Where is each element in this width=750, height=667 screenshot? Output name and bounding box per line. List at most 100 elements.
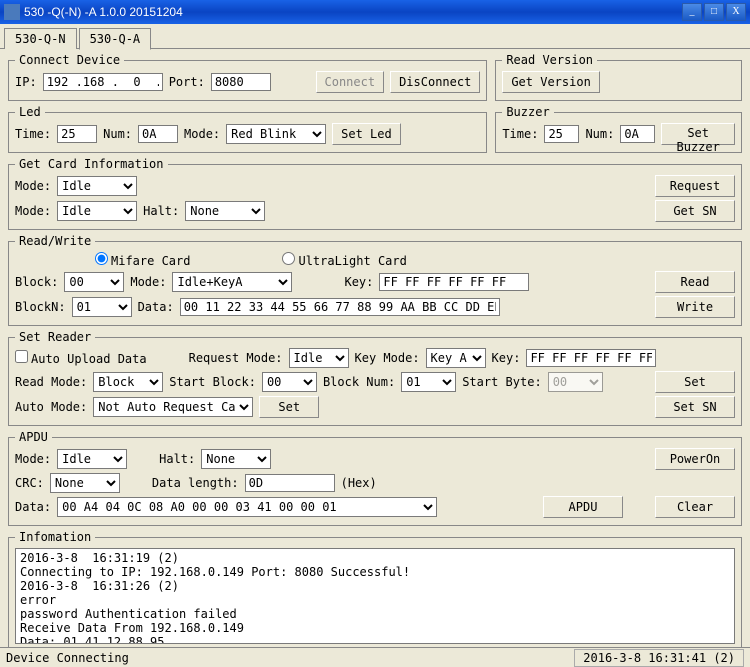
- automode-set-button[interactable]: Set: [259, 396, 319, 418]
- crc-select[interactable]: None: [50, 473, 120, 493]
- hex-label: (Hex): [341, 476, 377, 490]
- auto-upload-checkbox[interactable]: [15, 350, 28, 363]
- led-time-input[interactable]: [57, 125, 97, 143]
- minimize-button[interactable]: _: [682, 3, 702, 21]
- apdu-halt-select[interactable]: None: [201, 449, 271, 469]
- clear-button[interactable]: Clear: [655, 496, 735, 518]
- led-mode-label: Mode:: [184, 127, 220, 141]
- info-legend: Infomation: [15, 530, 95, 544]
- reader-set-button[interactable]: Set: [655, 371, 735, 393]
- card-halt-select[interactable]: None: [185, 201, 265, 221]
- apdu-button[interactable]: APDU: [543, 496, 623, 518]
- ip-label: IP:: [15, 75, 37, 89]
- crc-label: CRC:: [15, 476, 44, 490]
- rw-mode-select[interactable]: Idle+KeyA: [172, 272, 292, 292]
- startbyte-select: 00: [548, 372, 603, 392]
- apdu-group: APDU Mode: Idle Halt: None PowerOn CRC: …: [8, 430, 742, 526]
- card-halt-label: Halt:: [143, 204, 179, 218]
- reqmode-label: Request Mode:: [189, 351, 283, 365]
- readver-legend: Read Version: [502, 53, 597, 67]
- mifare-radio[interactable]: [95, 252, 108, 265]
- tab-content: Connect Device IP: Port: Connect DisConn…: [0, 48, 750, 657]
- ultralight-radio[interactable]: [282, 252, 295, 265]
- automode-select[interactable]: Not Auto Request Card: [93, 397, 253, 417]
- request-button[interactable]: Request: [655, 175, 735, 197]
- tab-530qa[interactable]: 530-Q-A: [79, 28, 152, 50]
- blockn-select[interactable]: 01: [72, 297, 132, 317]
- readmode-label: Read Mode:: [15, 375, 87, 389]
- poweron-button[interactable]: PowerOn: [655, 448, 735, 470]
- apdu-data-label: Data:: [15, 500, 51, 514]
- get-sn-button[interactable]: Get SN: [655, 200, 735, 222]
- auto-upload-label[interactable]: Auto Upload Data: [15, 350, 147, 366]
- led-num-input[interactable]: [138, 125, 178, 143]
- set-sn-button[interactable]: Set SN: [655, 396, 735, 418]
- status-right: 2016-3-8 16:31:41 (2): [574, 649, 744, 667]
- tab-530qn[interactable]: 530-Q-N: [4, 28, 77, 49]
- apdu-halt-label: Halt:: [159, 452, 195, 466]
- buzzer-time-input[interactable]: [544, 125, 579, 143]
- close-button[interactable]: X: [726, 3, 746, 21]
- rw-data-input[interactable]: [180, 298, 500, 316]
- buzzer-num-label: Num:: [585, 127, 614, 141]
- keymode-label: Key Mode:: [355, 351, 420, 365]
- keymode-select[interactable]: Key A: [426, 348, 486, 368]
- set-led-button[interactable]: Set Led: [332, 123, 401, 145]
- led-mode-select[interactable]: Red Blink: [226, 124, 326, 144]
- card-info-group: Get Card Information Mode: Idle Request …: [8, 157, 742, 230]
- reqmode-select[interactable]: Idle: [289, 348, 349, 368]
- rw-key-input[interactable]: [379, 273, 529, 291]
- window-titlebar: 530 -Q(-N) -A 1.0.0 20151204 _ □ X: [0, 0, 750, 24]
- apdu-mode-label: Mode:: [15, 452, 51, 466]
- startblock-label: Start Block:: [169, 375, 256, 389]
- card-legend: Get Card Information: [15, 157, 168, 171]
- apdu-data-select[interactable]: 00 A4 04 0C 08 A0 00 00 03 41 00 00 01: [57, 497, 437, 517]
- buzzer-legend: Buzzer: [502, 105, 553, 119]
- maximize-button[interactable]: □: [704, 3, 724, 21]
- buzzer-group: Buzzer Time: Num: Set Buzzer: [495, 105, 742, 153]
- write-button[interactable]: Write: [655, 296, 735, 318]
- reader-key-input[interactable]: [526, 349, 656, 367]
- buzzer-time-label: Time:: [502, 127, 538, 141]
- read-button[interactable]: Read: [655, 271, 735, 293]
- tab-strip: 530-Q-N 530-Q-A: [0, 24, 750, 49]
- status-bar: Device Connecting 2016-3-8 16:31:41 (2): [0, 647, 750, 667]
- block-label: Block:: [15, 275, 58, 289]
- card-mode2-select[interactable]: Idle: [57, 201, 137, 221]
- card-mode1-select[interactable]: Idle: [57, 176, 137, 196]
- startblock-select[interactable]: 00: [262, 372, 317, 392]
- set-reader-group: Set Reader Auto Upload Data Request Mode…: [8, 330, 742, 426]
- block-select[interactable]: 00: [64, 272, 124, 292]
- disconnect-button[interactable]: DisConnect: [390, 71, 480, 93]
- ultralight-radio-label[interactable]: UltraLight Card: [282, 252, 406, 268]
- blocknum-label: Block Num:: [323, 375, 395, 389]
- window-title: 530 -Q(-N) -A 1.0.0 20151204: [24, 5, 680, 19]
- led-time-label: Time:: [15, 127, 51, 141]
- rw-data-label: Data:: [138, 300, 174, 314]
- connect-legend: Connect Device: [15, 53, 124, 67]
- set-buzzer-button[interactable]: Set Buzzer: [661, 123, 735, 145]
- port-input[interactable]: [211, 73, 271, 91]
- apdu-legend: APDU: [15, 430, 52, 444]
- mifare-radio-label[interactable]: Mifare Card: [95, 252, 190, 268]
- datalen-input[interactable]: [245, 474, 335, 492]
- led-legend: Led: [15, 105, 45, 119]
- read-write-group: Read/Write Mifare Card UltraLight Card B…: [8, 234, 742, 326]
- led-group: Led Time: Num: Mode: Red Blink Set Led: [8, 105, 487, 153]
- apdu-mode-select[interactable]: Idle: [57, 449, 127, 469]
- ip-input[interactable]: [43, 73, 163, 91]
- automode-label: Auto Mode:: [15, 400, 87, 414]
- datalen-label: Data length:: [152, 476, 239, 490]
- readmode-select[interactable]: Block: [93, 372, 163, 392]
- blocknum-select[interactable]: 01: [401, 372, 456, 392]
- reader-legend: Set Reader: [15, 330, 95, 344]
- connect-button: Connect: [316, 71, 385, 93]
- get-version-button[interactable]: Get Version: [502, 71, 599, 93]
- rw-key-label: Key:: [344, 275, 373, 289]
- card-mode2-label: Mode:: [15, 204, 51, 218]
- info-textarea[interactable]: 2016-3-8 16:31:19 (2) Connecting to IP: …: [15, 548, 735, 644]
- status-left: Device Connecting: [6, 651, 129, 665]
- blockn-label: BlockN:: [15, 300, 66, 314]
- buzzer-num-input[interactable]: [620, 125, 655, 143]
- card-mode1-label: Mode:: [15, 179, 51, 193]
